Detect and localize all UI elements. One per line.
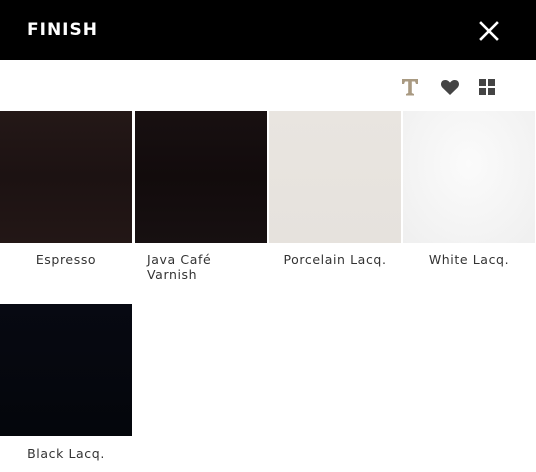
swatch-white-lacq[interactable] bbox=[403, 111, 535, 243]
grid-icon bbox=[479, 79, 495, 95]
swatch-label[interactable]: Porcelain Lacq. bbox=[269, 252, 401, 267]
swatch-java-cafe-varnish[interactable] bbox=[135, 111, 267, 243]
grid-view-button[interactable] bbox=[476, 76, 498, 98]
swatch-label[interactable]: White Lacq. bbox=[403, 252, 535, 267]
favorites-button[interactable] bbox=[439, 76, 461, 98]
text-view-button[interactable] bbox=[399, 76, 421, 98]
text-icon bbox=[402, 79, 418, 96]
panel-title: FINISH bbox=[27, 20, 98, 40]
swatch-label[interactable]: Java Café Varnish bbox=[147, 252, 237, 282]
close-button[interactable] bbox=[476, 18, 502, 44]
close-icon bbox=[479, 21, 499, 41]
swatch-label[interactable]: Black Lacq. bbox=[0, 446, 132, 461]
panel-header: FINISH bbox=[0, 0, 536, 60]
swatch-espresso[interactable] bbox=[0, 111, 132, 243]
heart-icon bbox=[441, 80, 459, 95]
swatch-black-lacq[interactable] bbox=[0, 304, 132, 436]
swatch-porcelain-lacq[interactable] bbox=[269, 111, 401, 243]
view-toolbar bbox=[0, 60, 536, 110]
swatch-label[interactable]: Espresso bbox=[0, 252, 132, 267]
finish-panel: FINISH Espresso Java Café Varnish Porcel… bbox=[0, 0, 536, 472]
